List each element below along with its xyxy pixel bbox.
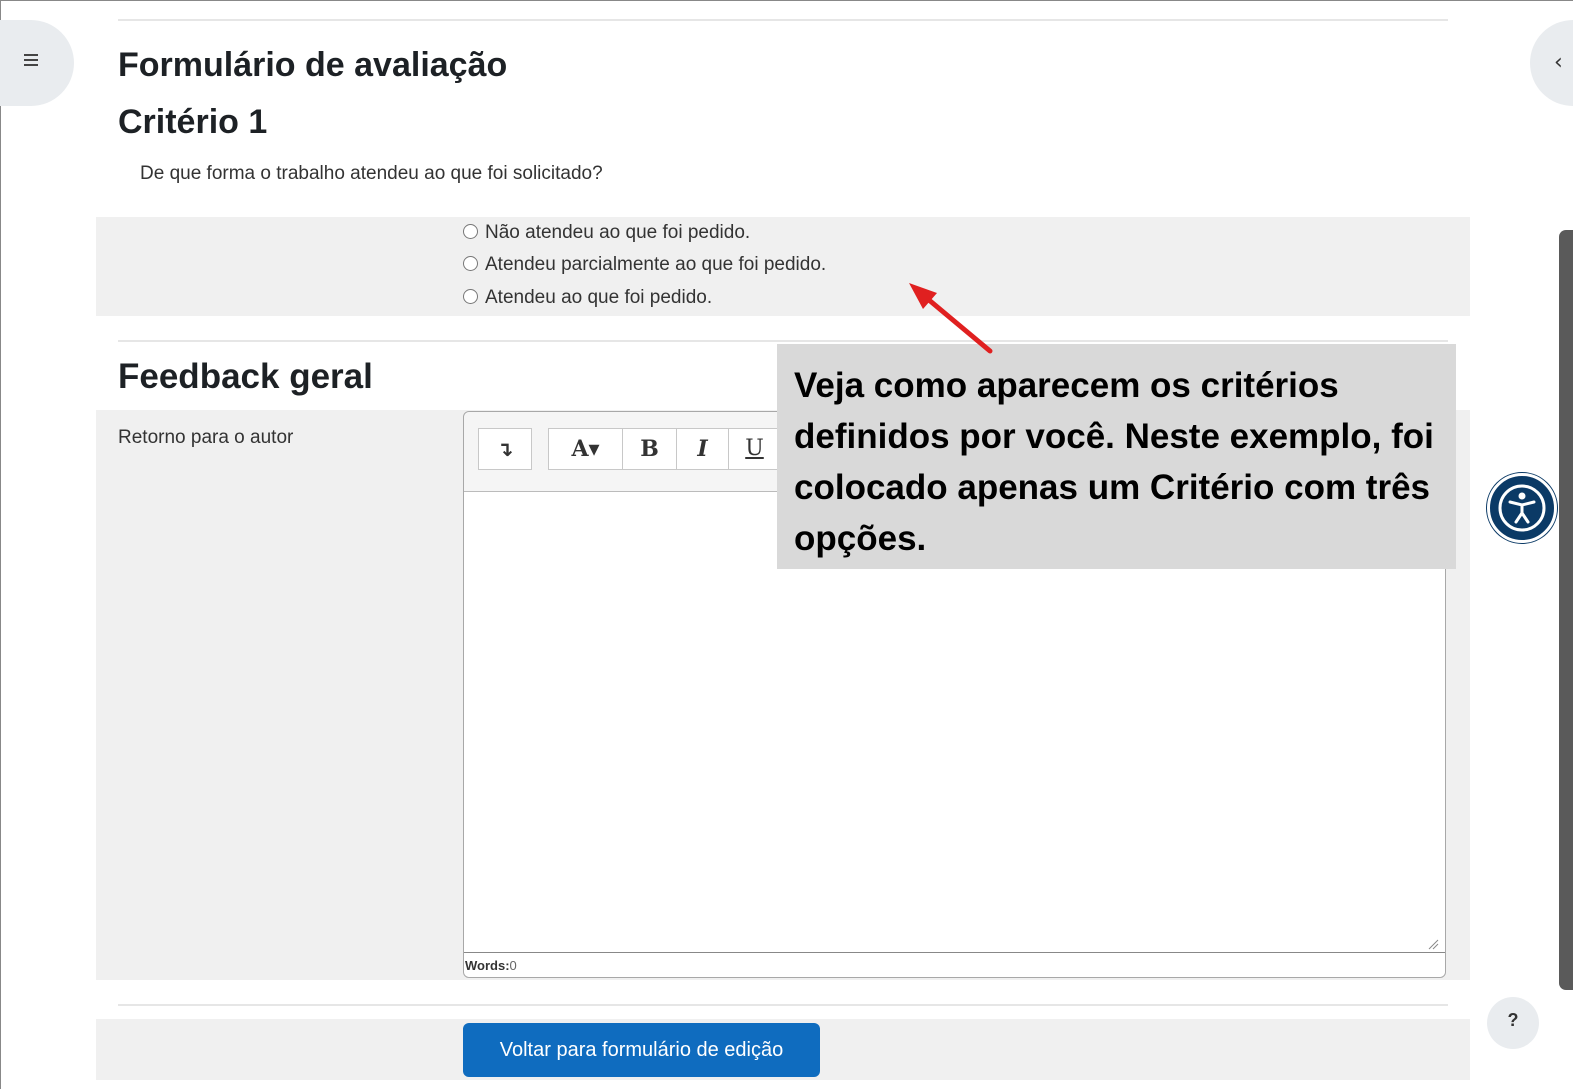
- feedback-label: Retorno para o autor: [118, 427, 294, 448]
- divider: [118, 19, 1448, 21]
- scrollbar-thumb[interactable]: [1559, 230, 1573, 990]
- chevron-left-icon: ‹: [1554, 50, 1563, 75]
- option-met[interactable]: Atendeu ao que foi pedido.: [463, 287, 712, 309]
- word-count-value: 0: [509, 958, 517, 973]
- accessibility-button[interactable]: [1487, 473, 1557, 543]
- italic-button[interactable]: I: [676, 428, 729, 470]
- divider: [118, 1004, 1448, 1006]
- form-title: Formulário de avaliação: [118, 46, 508, 84]
- annotation-arrow-icon: [909, 283, 993, 354]
- word-count: Words:0: [465, 958, 517, 973]
- divider: [118, 340, 1448, 342]
- callout-text: Veja como aparecem os critérios definido…: [794, 366, 1434, 558]
- option-partially-met[interactable]: Atendeu parcialmente ao que foi pedido.: [463, 254, 826, 276]
- criterion-question: De que forma o trabalho atendeu ao que f…: [140, 163, 603, 184]
- back-to-edit-form-button[interactable]: Voltar para formulário de edição: [463, 1023, 820, 1077]
- radio-button[interactable]: [463, 224, 478, 239]
- option-not-met[interactable]: Não atendeu ao que foi pedido.: [463, 222, 750, 244]
- bold-button[interactable]: B: [622, 428, 677, 470]
- criterion-title: Critério 1: [118, 103, 268, 141]
- option-label: Atendeu ao que foi pedido.: [485, 287, 713, 308]
- word-count-label: Words:: [465, 958, 510, 973]
- font-style-dropdown[interactable]: A▾: [548, 428, 623, 470]
- option-label: Não atendeu ao que foi pedido.: [485, 222, 751, 243]
- list-icon: [24, 54, 38, 69]
- radio-button[interactable]: [463, 289, 478, 304]
- accessibility-icon: [1498, 484, 1546, 532]
- underline-button[interactable]: U: [728, 428, 781, 470]
- question-icon: ?: [1507, 1010, 1519, 1030]
- annotation-callout: Veja como aparecem os critérios definido…: [777, 344, 1456, 569]
- feedback-title: Feedback geral: [118, 357, 373, 396]
- word-count-bar: Words:0: [464, 952, 1445, 977]
- resize-handle-icon[interactable]: [1427, 938, 1439, 950]
- collapse-toolbar-button[interactable]: ↴: [478, 428, 532, 470]
- help-button[interactable]: ?: [1487, 997, 1539, 1049]
- option-label: Atendeu parcialmente ao que foi pedido.: [485, 254, 827, 275]
- radio-button[interactable]: [463, 256, 478, 271]
